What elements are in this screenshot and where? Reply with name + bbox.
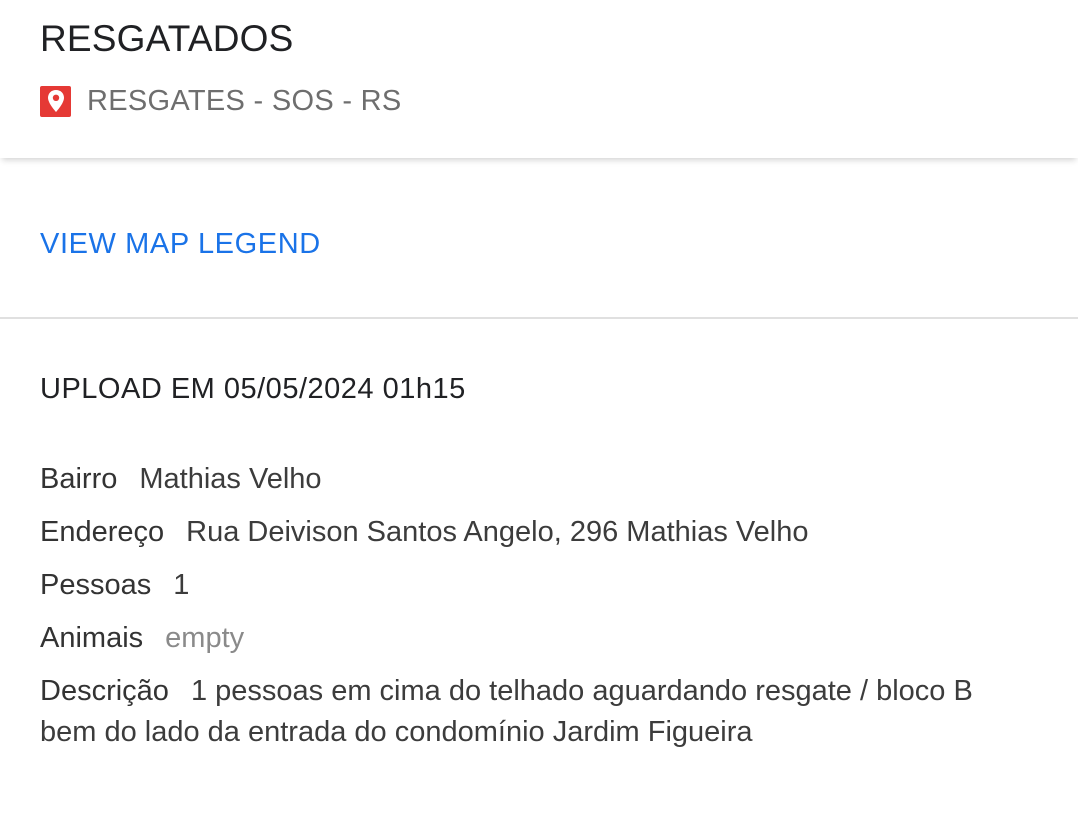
panel-header: RESGATADOS RESGATES - SOS - RS: [0, 0, 1078, 158]
field-animais: Animais empty: [40, 618, 1030, 659]
map-pin-icon: [40, 85, 71, 117]
feature-details: UPLOAD EM 05/05/2024 01h15 Bairro Mathias…: [0, 319, 1078, 753]
field-label: Pessoas: [40, 569, 152, 601]
field-value: 1: [173, 569, 190, 601]
upload-timestamp: UPLOAD EM 05/05/2024 01h15: [40, 373, 466, 405]
field-value: Rua Deivison Santos Angelo, 296 Mathias …: [186, 516, 809, 548]
field-endereco: Endereço Rua Deivison Santos Angelo, 296 …: [40, 512, 1030, 553]
field-bairro: Bairro Mathias Velho: [40, 459, 1030, 500]
field-label: Bairro: [40, 463, 118, 495]
place-details-panel: RESGATADOS RESGATES - SOS - RS VIEW MAP …: [0, 0, 1078, 815]
field-label: Endereço: [40, 516, 165, 548]
field-descricao: Descrição 1 pessoas em cima do telhado ag…: [40, 671, 1030, 753]
field-value: Mathias Velho: [139, 463, 322, 495]
field-pessoas: Pessoas 1: [40, 565, 1030, 606]
map-name: RESGATES - SOS - RS: [87, 84, 402, 117]
view-map-legend-link[interactable]: VIEW MAP LEGEND: [40, 228, 321, 261]
field-value: 1 pessoas em cima do telhado aguardando …: [40, 675, 973, 748]
field-label: Animais: [40, 622, 144, 654]
field-value-empty: empty: [165, 622, 245, 654]
layer-title: RESGATADOS: [40, 18, 294, 59]
field-label: Descrição: [40, 675, 169, 707]
map-name-row: RESGATES - SOS - RS: [40, 84, 402, 118]
legend-section: VIEW MAP LEGEND: [0, 158, 1078, 319]
